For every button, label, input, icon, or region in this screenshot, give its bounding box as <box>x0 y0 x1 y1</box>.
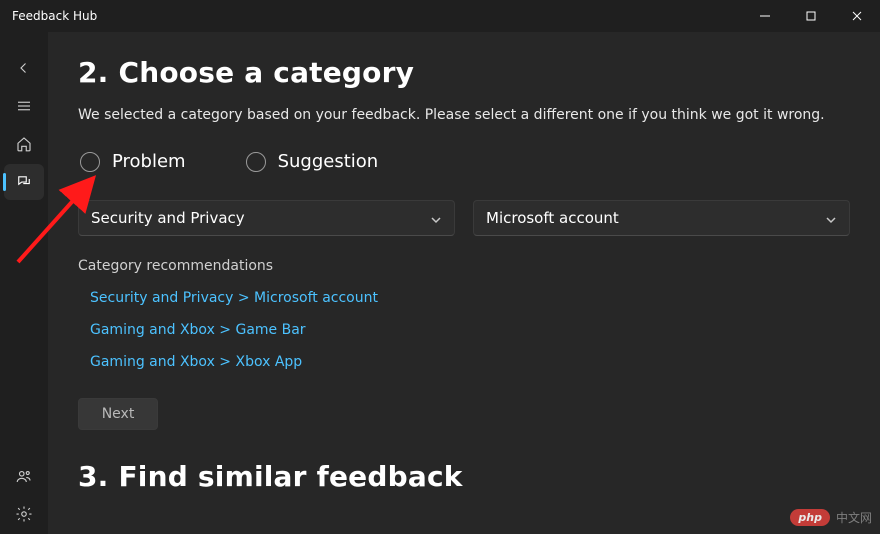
sidebar <box>0 32 48 534</box>
minimize-icon <box>760 11 770 21</box>
watermark-pill: php <box>790 509 830 526</box>
maximize-icon <box>806 11 816 21</box>
window-title: Feedback Hub <box>12 9 97 23</box>
main-content: 2. Choose a category We selected a categ… <box>48 32 880 534</box>
chevron-down-icon <box>825 212 837 224</box>
radio-circle-icon <box>80 152 100 172</box>
recommendations-list: Security and Privacy > Microsoft account… <box>78 290 850 370</box>
app-body: 2. Choose a category We selected a categ… <box>0 32 880 534</box>
feedback-icon <box>15 173 33 191</box>
watermark-text: 中文网 <box>836 509 872 526</box>
section-title-category: 2. Choose a category <box>78 56 850 89</box>
people-icon <box>15 467 33 485</box>
section-title-similar: 3. Find similar feedback <box>78 460 850 493</box>
feedback-type-radio-group: Problem Suggestion <box>78 151 850 172</box>
section-description: We selected a category based on your fee… <box>78 107 850 123</box>
maximize-button[interactable] <box>788 0 834 32</box>
close-button[interactable] <box>834 0 880 32</box>
sidebar-feedback-button[interactable] <box>4 164 44 200</box>
radio-suggestion[interactable]: Suggestion <box>246 151 379 172</box>
subcategory-dropdown-value: Microsoft account <box>486 209 619 227</box>
window-controls <box>742 0 880 32</box>
app-window: Feedback Hub <box>0 0 880 534</box>
sidebar-community-button[interactable] <box>4 458 44 494</box>
subcategory-dropdown[interactable]: Microsoft account <box>473 200 850 236</box>
chevron-down-icon <box>430 212 442 224</box>
close-icon <box>852 11 862 21</box>
hamburger-icon <box>15 97 33 115</box>
back-arrow-icon <box>15 59 33 77</box>
next-button[interactable]: Next <box>78 398 158 430</box>
radio-problem-label: Problem <box>112 151 186 172</box>
recommendations-label: Category recommendations <box>78 258 850 274</box>
sidebar-settings-button[interactable] <box>4 496 44 532</box>
radio-circle-icon <box>246 152 266 172</box>
recommendation-link[interactable]: Gaming and Xbox > Xbox App <box>90 354 850 370</box>
watermark: php 中文网 <box>790 509 872 526</box>
radio-suggestion-label: Suggestion <box>278 151 379 172</box>
recommendation-link[interactable]: Gaming and Xbox > Game Bar <box>90 322 850 338</box>
minimize-button[interactable] <box>742 0 788 32</box>
sidebar-menu-button[interactable] <box>4 88 44 124</box>
home-icon <box>15 135 33 153</box>
category-dropdown-row: Security and Privacy Microsoft account <box>78 200 850 236</box>
sidebar-back-button[interactable] <box>4 50 44 86</box>
category-dropdown-value: Security and Privacy <box>91 209 245 227</box>
sidebar-home-button[interactable] <box>4 126 44 162</box>
recommendation-link[interactable]: Security and Privacy > Microsoft account <box>90 290 850 306</box>
category-dropdown[interactable]: Security and Privacy <box>78 200 455 236</box>
radio-problem[interactable]: Problem <box>80 151 186 172</box>
title-bar: Feedback Hub <box>0 0 880 32</box>
gear-icon <box>15 505 33 523</box>
